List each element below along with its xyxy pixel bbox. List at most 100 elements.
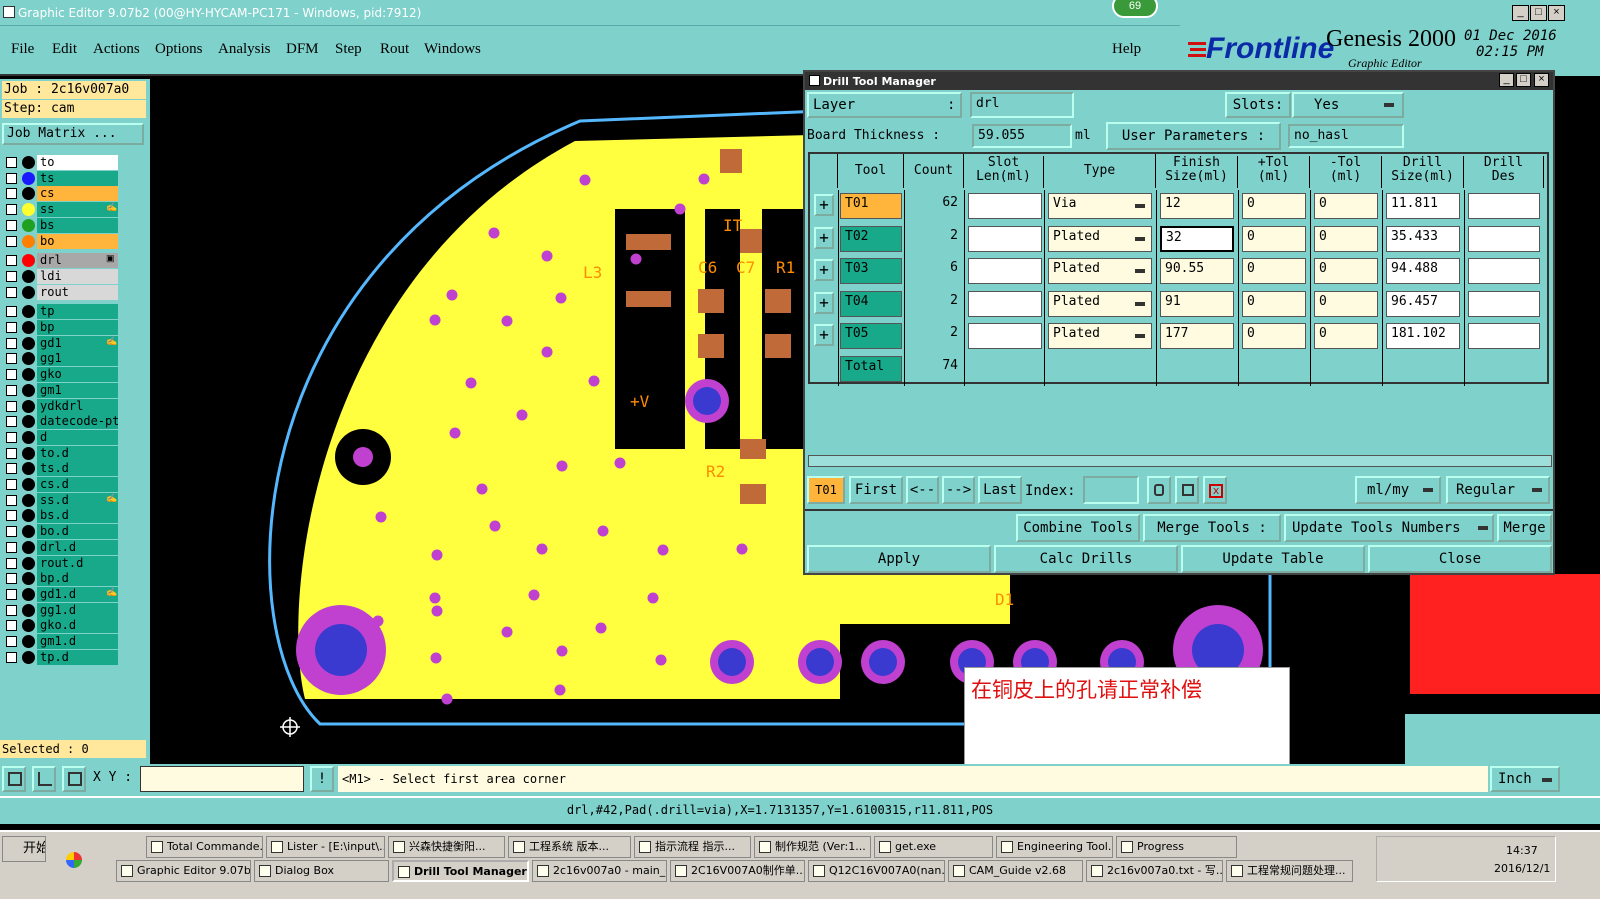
plus-tol-field[interactable]: 0 xyxy=(1242,258,1306,284)
close-dialog-button[interactable]: Close xyxy=(1368,545,1552,573)
layer-checkbox[interactable] xyxy=(6,306,17,318)
prev-button[interactable]: <-- xyxy=(906,476,939,504)
layer-row[interactable]: rout.d xyxy=(4,555,118,571)
taskbar-button[interactable]: Lister - [E:\input\... xyxy=(266,836,385,858)
info-button[interactable]: ! xyxy=(310,766,334,792)
col-header-tool[interactable]: Tool xyxy=(838,154,904,188)
quick-launch-icon[interactable] xyxy=(66,852,82,868)
taskbar-button[interactable]: CAM_Guide v2.68 xyxy=(948,860,1083,882)
tool-id[interactable]: T03 xyxy=(840,258,902,284)
layer-checkbox[interactable] xyxy=(6,286,17,298)
xy-input[interactable] xyxy=(140,766,304,792)
layer-row[interactable]: gd1 ✍ xyxy=(4,335,118,351)
layer-checkbox[interactable] xyxy=(6,322,17,333)
dialog-maximize-button[interactable]: □ xyxy=(1516,73,1531,87)
measure-button[interactable] xyxy=(32,766,56,792)
tool-id[interactable]: T01 xyxy=(840,193,902,219)
search-tool-button[interactable] xyxy=(1147,476,1171,504)
col-header-slot-len[interactable]: Slot Len(ml) xyxy=(964,156,1044,188)
layer-row[interactable]: bo xyxy=(4,233,118,249)
update-tools-numbers-dropdown[interactable]: Update Tools Numbers xyxy=(1284,514,1494,542)
layer-row[interactable]: ydkdrl xyxy=(4,398,118,414)
zoom-area-button[interactable] xyxy=(2,766,26,792)
layer-checkbox[interactable] xyxy=(6,400,17,412)
layer-row[interactable]: bp xyxy=(4,320,118,335)
col-header-minus-tol[interactable]: -Tol (ml) xyxy=(1310,156,1382,188)
plus-tol-field[interactable]: 0 xyxy=(1242,323,1306,349)
plus-tol-field[interactable]: 0 xyxy=(1242,290,1306,317)
menu-edit[interactable]: Edit xyxy=(52,41,77,58)
layer-checkbox[interactable] xyxy=(6,431,17,443)
combine-tools-button[interactable]: Combine Tools xyxy=(1016,514,1140,542)
close-button[interactable]: × xyxy=(1548,5,1565,21)
layer-checkbox[interactable] xyxy=(6,157,17,168)
layer-row[interactable]: bs xyxy=(4,217,118,233)
minus-tol-field[interactable]: 0 xyxy=(1314,193,1378,219)
drill-des-field[interactable] xyxy=(1468,258,1540,284)
drill-size-field[interactable]: 94.488 xyxy=(1386,258,1460,284)
drill-des-field[interactable] xyxy=(1468,193,1540,219)
taskbar-button[interactable]: 制作规范 (Ver:1... xyxy=(754,836,871,858)
tool-row[interactable]: + T05 2 Plated 177 0 0 181.102 xyxy=(810,320,1551,352)
taskbar-button[interactable]: Dialog Box xyxy=(254,860,389,882)
tool-row[interactable]: + T01 62 Via 12 0 0 11.811 xyxy=(810,190,1551,222)
plus-tol-field[interactable]: 0 xyxy=(1242,193,1306,219)
user-parameters-field[interactable]: no_hasl xyxy=(1288,124,1404,148)
taskbar-button[interactable]: 兴森快捷衡阳... xyxy=(388,836,505,858)
notification-badge[interactable]: 69 xyxy=(1112,0,1158,18)
layer-field[interactable]: drl xyxy=(970,92,1074,118)
taskbar-button[interactable]: 指示流程 指示... xyxy=(634,836,751,858)
layer-checkbox[interactable] xyxy=(6,573,17,585)
layer-row[interactable]: gm1 xyxy=(4,382,118,398)
tool-type-dropdown[interactable]: Via xyxy=(1048,193,1152,219)
layer-checkbox[interactable] xyxy=(6,384,17,396)
finish-size-field[interactable]: 91 xyxy=(1160,290,1234,317)
units-dropdown[interactable]: ml/my xyxy=(1355,476,1441,504)
layer-row[interactable]: bp.d xyxy=(4,571,118,587)
layer-row[interactable]: tp.d xyxy=(4,649,118,665)
layer-checkbox[interactable] xyxy=(6,204,17,216)
minus-tol-field[interactable]: 0 xyxy=(1314,290,1378,317)
taskbar-button[interactable]: Q12C16V007A0(nan... xyxy=(808,860,945,882)
slots-dropdown[interactable]: Yes xyxy=(1292,92,1404,118)
layer-checkbox[interactable] xyxy=(6,494,17,506)
finish-size-field[interactable]: 90.55 xyxy=(1160,258,1234,284)
merge-button[interactable]: Merge xyxy=(1497,514,1552,542)
taskbar-button[interactable]: 2c16v007a0.txt - 写... xyxy=(1086,860,1223,882)
taskbar-button[interactable]: 工程系统 版本... xyxy=(508,836,631,858)
units-inch-dropdown[interactable]: Inch xyxy=(1490,766,1560,792)
minus-tol-field[interactable]: 0 xyxy=(1314,258,1378,284)
layer-checkbox[interactable] xyxy=(6,270,17,282)
board-thickness-field[interactable]: 59.055 xyxy=(972,124,1072,148)
finish-size-field[interactable]: 177 xyxy=(1160,323,1234,349)
dialog-minimize-button[interactable]: _ xyxy=(1499,73,1514,87)
slot-len-field[interactable] xyxy=(968,290,1042,317)
layer-row[interactable]: gko xyxy=(4,367,118,383)
layer-checkbox[interactable] xyxy=(6,337,17,349)
tool-type-dropdown[interactable]: Plated xyxy=(1048,290,1152,317)
layer-row[interactable]: gg1 xyxy=(4,351,118,367)
taskbar-button[interactable]: Drill Tool Manager xyxy=(392,860,529,882)
layer-row[interactable]: ss.d ✍ xyxy=(4,492,118,508)
col-header-drill-size[interactable]: Drill Size(ml) xyxy=(1382,156,1464,188)
drill-des-field[interactable] xyxy=(1468,323,1540,349)
layer-row[interactable]: d xyxy=(4,429,118,445)
col-header-finish-size[interactable]: Finish Size(ml) xyxy=(1156,156,1238,188)
layer-row[interactable]: cs.d xyxy=(4,477,118,492)
row-expand-button[interactable]: + xyxy=(814,324,834,346)
menu-help[interactable]: Help xyxy=(1112,41,1141,58)
taskbar-button[interactable]: 2C16V007A0制作单... xyxy=(670,860,805,882)
row-expand-button[interactable]: + xyxy=(814,291,834,314)
tool-type-dropdown[interactable]: Plated xyxy=(1048,225,1152,252)
row-expand-button[interactable]: + xyxy=(814,194,834,216)
layer-checkbox[interactable] xyxy=(6,235,17,247)
tool-type-dropdown[interactable]: Plated xyxy=(1048,258,1152,284)
first-button[interactable]: First xyxy=(849,476,903,504)
tool-row[interactable]: + T04 2 Plated 91 0 0 96.457 xyxy=(810,288,1551,320)
minimize-button[interactable]: _ xyxy=(1512,5,1529,21)
drill-size-field[interactable]: 96.457 xyxy=(1386,290,1460,317)
col-header-drill-des[interactable]: Drill Des xyxy=(1464,156,1544,188)
minus-tol-field[interactable]: 0 xyxy=(1314,323,1378,349)
layer-checkbox[interactable] xyxy=(6,541,17,553)
slot-len-field[interactable] xyxy=(968,258,1042,284)
